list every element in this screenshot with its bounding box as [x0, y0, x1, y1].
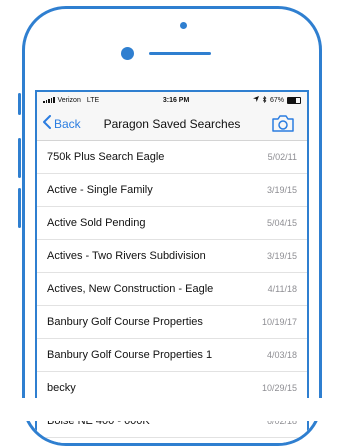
saved-search-date: 10/29/15 [261, 383, 297, 393]
saved-search-row[interactable]: Actives - Two Rivers Subdivision 3/19/15 [37, 240, 307, 273]
saved-search-date: 4/03/18 [266, 350, 297, 360]
saved-search-row[interactable]: Banbury Golf Course Properties 1 4/03/18 [37, 339, 307, 372]
status-bar: Verizon LTE 3:16 PM 67% [37, 92, 307, 108]
battery-icon [286, 96, 301, 104]
saved-search-date: 5/02/11 [267, 152, 297, 162]
network-label: LTE [86, 96, 100, 104]
camera-icon [271, 115, 295, 137]
phone-frame: Verizon LTE 3:16 PM 67% Back Paragon Sav… [22, 6, 322, 446]
status-right: 67% [252, 95, 301, 105]
saved-search-name: Banbury Golf Course Properties 1 [47, 349, 213, 361]
screen: Verizon LTE 3:16 PM 67% Back Paragon Sav… [35, 90, 309, 443]
image-crop-area [0, 398, 343, 421]
saved-search-name: Actives - Two Rivers Subdivision [47, 250, 206, 262]
saved-search-row[interactable]: Active - Single Family 3/19/15 [37, 174, 307, 207]
saved-search-name: becky [47, 382, 76, 394]
saved-search-row[interactable]: Banbury Golf Course Properties 10/19/17 [37, 306, 307, 339]
saved-search-date: 10/19/17 [261, 317, 297, 327]
saved-search-row[interactable]: Active Sold Pending 5/04/15 [37, 207, 307, 240]
saved-search-date: 3/19/15 [266, 251, 297, 261]
navigation-bar: Back Paragon Saved Searches [37, 108, 307, 141]
saved-searches-list: 750k Plus Search Eagle 5/02/11 Active - Si… [37, 141, 307, 438]
saved-search-row[interactable]: Actives, New Construction - Eagle 4/11/18 [37, 273, 307, 306]
camera-dot [180, 22, 187, 29]
status-time: 3:16 PM [162, 96, 190, 104]
carrier-label: Verizon [57, 96, 81, 104]
volume-down-button [18, 188, 21, 228]
saved-search-date: 5/04/15 [266, 218, 297, 228]
saved-search-name: Active - Single Family [47, 184, 153, 196]
camera-button[interactable] [271, 114, 295, 138]
earpiece-speaker [149, 52, 211, 55]
saved-search-row[interactable]: 750k Plus Search Eagle 5/02/11 [37, 141, 307, 174]
saved-search-date: 4/11/18 [267, 284, 297, 294]
saved-search-name: Banbury Golf Course Properties [47, 316, 203, 328]
location-icon [252, 96, 259, 104]
battery-percent: 67% [269, 96, 284, 104]
page-title: Paragon Saved Searches [103, 117, 241, 131]
bluetooth-icon [262, 95, 267, 105]
signal-icon [43, 97, 55, 103]
volume-up-button [18, 138, 21, 178]
saved-search-name: 750k Plus Search Eagle [47, 151, 165, 163]
status-left: Verizon LTE [43, 97, 99, 104]
mute-switch [18, 93, 21, 115]
saved-search-name: Active Sold Pending [47, 217, 146, 229]
front-camera [121, 47, 134, 60]
saved-search-name: Actives, New Construction - Eagle [47, 283, 214, 295]
saved-search-date: 3/19/15 [266, 185, 297, 195]
